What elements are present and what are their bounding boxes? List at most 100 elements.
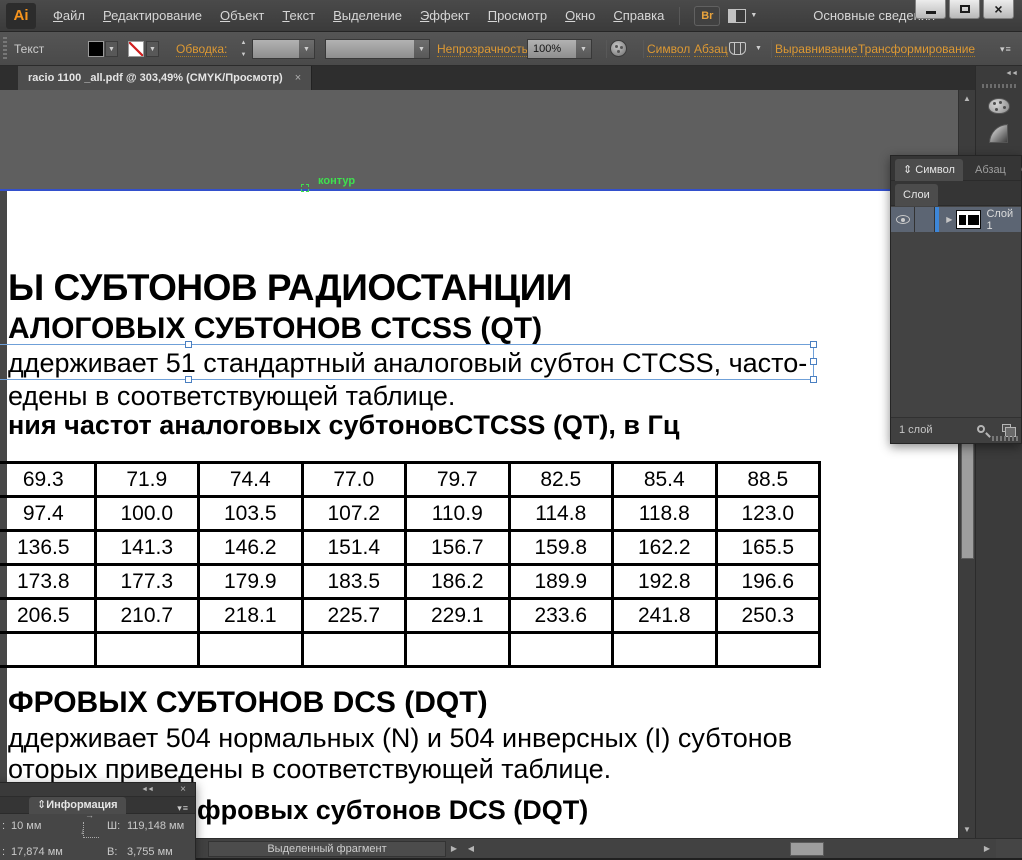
menu-type[interactable]: Текст	[273, 1, 324, 31]
bridge-button[interactable]: Br	[694, 6, 720, 26]
layer-count-label: 1 слой	[899, 424, 932, 436]
close-panel-icon[interactable]: ×	[180, 784, 186, 795]
layers-panel-tabs: Слои	[891, 181, 1021, 206]
stroke-weight-field[interactable]	[252, 39, 300, 59]
panel-options-icon[interactable]: ▾≡	[177, 803, 189, 814]
stepper-down-icon[interactable]: ▼	[241, 52, 247, 58]
expand-triangle-icon[interactable]: ▶	[942, 215, 956, 224]
selection-handle[interactable]	[810, 341, 817, 348]
menu-file[interactable]: Файл	[44, 1, 94, 31]
close-tab-icon[interactable]: ×	[295, 72, 301, 84]
gradient-panel-icon[interactable]	[989, 124, 1008, 143]
selection-handle[interactable]	[185, 341, 192, 348]
stepper-up-icon[interactable]: ▲	[241, 40, 247, 46]
menu-select[interactable]: Выделение	[324, 1, 411, 31]
selection-handle[interactable]	[185, 376, 192, 383]
menu-effect[interactable]: Эффект	[411, 1, 479, 31]
document-tab[interactable]: racio 1100 _all.pdf @ 303,49% (CMYK/Прос…	[18, 66, 312, 90]
smart-guide-label: контур	[318, 175, 355, 187]
color-panel-icon[interactable]	[988, 98, 1010, 114]
chevron-down-icon[interactable]: ▼	[750, 12, 757, 19]
stroke-link[interactable]: Обводка:	[176, 42, 227, 57]
menu-object[interactable]: Объект	[211, 1, 273, 31]
info-panel-group: ◄◄ × гатор ⇕Информация ▾≡ : 10 мм : 17,8…	[0, 782, 196, 860]
variable-width-dropdown[interactable]: ▼	[414, 39, 430, 59]
envelope-warp-icon[interactable]	[729, 42, 746, 55]
tab-info[interactable]: ⇕Информация	[29, 797, 126, 814]
artboard-canvas[interactable]: контур Ы СУБТОНОВ РАДИОСТАНЦИИ АЛОГОВЫХ …	[0, 90, 958, 838]
eye-icon	[896, 215, 910, 224]
character-panel-tabs: ⇕ Символ Абзац Ope	[891, 156, 1021, 181]
lock-cell[interactable]	[915, 207, 935, 232]
visibility-cell[interactable]	[891, 207, 915, 232]
status-menu-arrow-icon[interactable]: ▶	[447, 841, 461, 857]
layer-thumbnail[interactable]	[956, 210, 981, 229]
selection-bounding-box[interactable]	[0, 344, 814, 380]
doc-table-caption: ния частот аналоговых субтоновCTCSS (QT)…	[8, 410, 679, 441]
tab-cycle-icon: ⇕	[37, 799, 46, 811]
layer-row[interactable]: ▶ Слой 1	[891, 207, 1021, 232]
opacity-field[interactable]: 100%	[527, 39, 577, 59]
document-tab-title: racio 1100 _all.pdf @ 303,49% (CMYK/Прос…	[28, 72, 283, 84]
stroke-color-swatch[interactable]	[128, 41, 144, 57]
horizontal-scrollbar-thumb[interactable]	[790, 842, 824, 856]
scroll-up-icon[interactable]: ▲	[959, 94, 975, 103]
tab-paragraph[interactable]: Абзац	[967, 159, 1014, 181]
recolor-artwork-icon[interactable]	[610, 40, 627, 57]
locate-object-icon[interactable]	[977, 425, 985, 433]
anchor-mark-icon	[301, 184, 309, 192]
doc-paragraph-2-line-2: оторых приведены в соответствующей табли…	[8, 754, 611, 785]
paragraph-panel-link[interactable]: Абзац	[694, 42, 728, 57]
opacity-link[interactable]: Непрозрачность:	[437, 42, 531, 57]
info-width-value: 119,148 мм	[127, 820, 184, 832]
panel-options-icon[interactable]: ▾≡	[1000, 44, 1012, 55]
drag-grip-icon[interactable]	[982, 84, 1016, 88]
fill-color-swatch[interactable]	[88, 41, 104, 57]
arrange-documents-icon[interactable]	[728, 9, 746, 23]
window-controls: ×	[915, 0, 1014, 19]
scroll-right-icon[interactable]: ▶	[980, 841, 994, 857]
selection-handle[interactable]	[810, 358, 817, 365]
info-panel-header: ◄◄ ×	[0, 783, 195, 797]
close-button[interactable]: ×	[983, 0, 1014, 19]
fill-dropdown-button[interactable]: ▼	[105, 41, 118, 57]
vertical-scrollbar-thumb[interactable]	[961, 443, 974, 559]
divider	[679, 7, 680, 25]
table-row: 206.5210.7218.1225.7229.1233.6241.8250.3	[0, 599, 820, 633]
doc-heading-3: ФРОВЫХ СУБТОНОВ DCS (DQT)	[8, 686, 488, 720]
scroll-down-icon[interactable]: ▼	[959, 825, 975, 834]
tab-layers[interactable]: Слои	[895, 184, 938, 206]
panel-resize-grip[interactable]	[992, 436, 1018, 441]
layer-name[interactable]: Слой 1	[986, 208, 1021, 232]
tab-character[interactable]: ⇕ Символ	[895, 159, 963, 181]
tab-navigator[interactable]: гатор	[0, 797, 4, 814]
info-panel-tabs: гатор ⇕Информация ▾≡	[0, 797, 195, 814]
collapse-panel-icon[interactable]: ◄◄	[141, 786, 153, 793]
stroke-dropdown-button[interactable]: ▼	[146, 41, 159, 57]
table-row: 97.4100.0103.5107.2110.9114.8118.8123.0	[0, 497, 820, 531]
divider	[643, 40, 644, 58]
drag-grip-icon[interactable]	[3, 37, 7, 61]
stroke-weight-dropdown[interactable]: ▼	[299, 39, 315, 59]
scroll-left-icon[interactable]: ◀	[464, 841, 478, 857]
tab-opentype[interactable]: Ope	[1013, 159, 1022, 181]
minimize-button[interactable]	[915, 0, 946, 19]
maximize-button[interactable]	[949, 0, 980, 19]
stroke-weight-stepper[interactable]: ▲ ▼	[238, 40, 249, 58]
selection-handle[interactable]	[810, 376, 817, 383]
transform-panel-link[interactable]: Трансформирование	[858, 42, 975, 57]
chevron-down-icon[interactable]: ▼	[755, 45, 762, 52]
align-panel-link[interactable]: Выравнивание	[775, 42, 858, 57]
variable-width-profile-field[interactable]	[325, 39, 415, 59]
divider	[771, 40, 772, 58]
menu-view[interactable]: Просмотр	[479, 1, 556, 31]
menu-window[interactable]: Окно	[556, 1, 604, 31]
table-row	[0, 633, 820, 667]
menu-edit[interactable]: Редактирование	[94, 1, 211, 31]
expand-panels-icon[interactable]: ◄◄	[1005, 70, 1017, 77]
divider	[606, 40, 607, 58]
character-panel-link[interactable]: Символ	[647, 42, 690, 57]
opacity-dropdown[interactable]: ▼	[576, 39, 592, 59]
menu-help[interactable]: Справка	[604, 1, 673, 31]
new-layer-icon[interactable]	[1002, 424, 1011, 432]
